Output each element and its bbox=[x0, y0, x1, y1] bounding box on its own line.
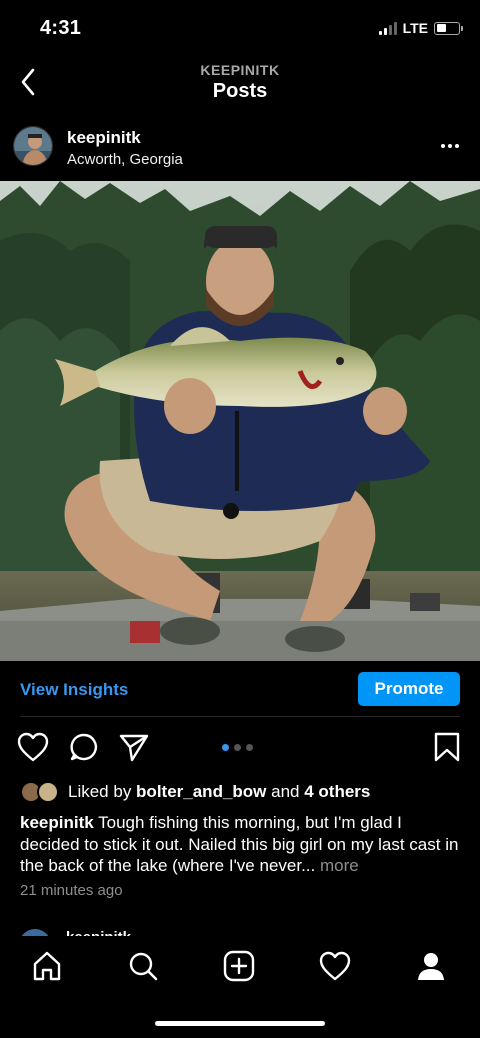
insights-bar: View Insights Promote bbox=[0, 661, 480, 717]
like-button[interactable] bbox=[17, 731, 49, 763]
likes-summary[interactable]: Liked by bolter_and_bow and 4 others bbox=[20, 778, 370, 806]
carousel-dot bbox=[234, 744, 241, 751]
carousel-dots bbox=[222, 744, 253, 751]
status-indicators: LTE bbox=[378, 20, 463, 36]
post-photo[interactable] bbox=[0, 181, 480, 661]
tab-activity[interactable] bbox=[318, 949, 352, 983]
comment-button[interactable] bbox=[68, 731, 100, 763]
nav-subtitle: KEEPINITK bbox=[200, 62, 280, 78]
carousel-dot bbox=[222, 744, 229, 751]
home-indicator bbox=[155, 1021, 325, 1026]
nav-header: KEEPINITK Posts bbox=[0, 56, 480, 114]
add-post-icon bbox=[223, 950, 255, 982]
likes-connector: and bbox=[266, 782, 305, 801]
caption-username[interactable]: keepinitk bbox=[20, 813, 94, 832]
search-icon bbox=[129, 952, 158, 981]
avatar[interactable] bbox=[13, 126, 53, 166]
comment-icon bbox=[70, 733, 98, 761]
avatar bbox=[37, 781, 59, 803]
page-title: Posts bbox=[212, 80, 268, 102]
battery-level bbox=[436, 24, 446, 32]
caption-more-link[interactable]: more bbox=[315, 856, 359, 875]
liker-username[interactable]: bolter_and_bow bbox=[136, 782, 266, 801]
post-username[interactable]: keepinitk bbox=[67, 128, 141, 148]
likes-prefix: Liked by bbox=[68, 782, 137, 801]
post-header: keepinitk Acworth, Georgia bbox=[0, 114, 480, 181]
likes-others[interactable]: 4 others bbox=[304, 782, 370, 801]
signal-icon bbox=[378, 21, 397, 35]
divider bbox=[20, 716, 460, 717]
home-icon bbox=[33, 951, 61, 981]
post-timestamp: 21 minutes ago bbox=[20, 882, 123, 899]
tab-home[interactable] bbox=[30, 949, 64, 983]
promote-button[interactable]: Promote bbox=[358, 672, 460, 706]
save-button[interactable] bbox=[431, 731, 463, 763]
bookmark-icon bbox=[434, 732, 460, 762]
tab-profile[interactable] bbox=[414, 949, 448, 983]
tab-create[interactable] bbox=[222, 949, 256, 983]
share-button[interactable] bbox=[118, 731, 150, 763]
likes-text: Liked by bolter_and_bow and 4 others bbox=[68, 782, 370, 802]
tab-bar bbox=[0, 936, 480, 1038]
status-time: 4:31 bbox=[40, 17, 82, 39]
heart-icon bbox=[17, 732, 49, 762]
carousel-dot bbox=[246, 744, 253, 751]
post-location[interactable]: Acworth, Georgia bbox=[67, 151, 183, 168]
heart-icon bbox=[319, 951, 351, 981]
profile-icon bbox=[418, 953, 444, 980]
send-icon bbox=[119, 734, 149, 762]
liker-avatars bbox=[20, 780, 62, 804]
battery-icon bbox=[434, 21, 463, 35]
view-insights-link[interactable]: View Insights bbox=[20, 680, 128, 700]
network-label: LTE bbox=[402, 20, 428, 36]
status-bar: 4:31 LTE bbox=[0, 0, 480, 56]
post-caption: keepinitk Tough fishing this morning, bu… bbox=[20, 812, 460, 877]
post-actions bbox=[0, 718, 480, 778]
more-icon[interactable] bbox=[438, 136, 462, 156]
tab-search[interactable] bbox=[126, 949, 160, 983]
